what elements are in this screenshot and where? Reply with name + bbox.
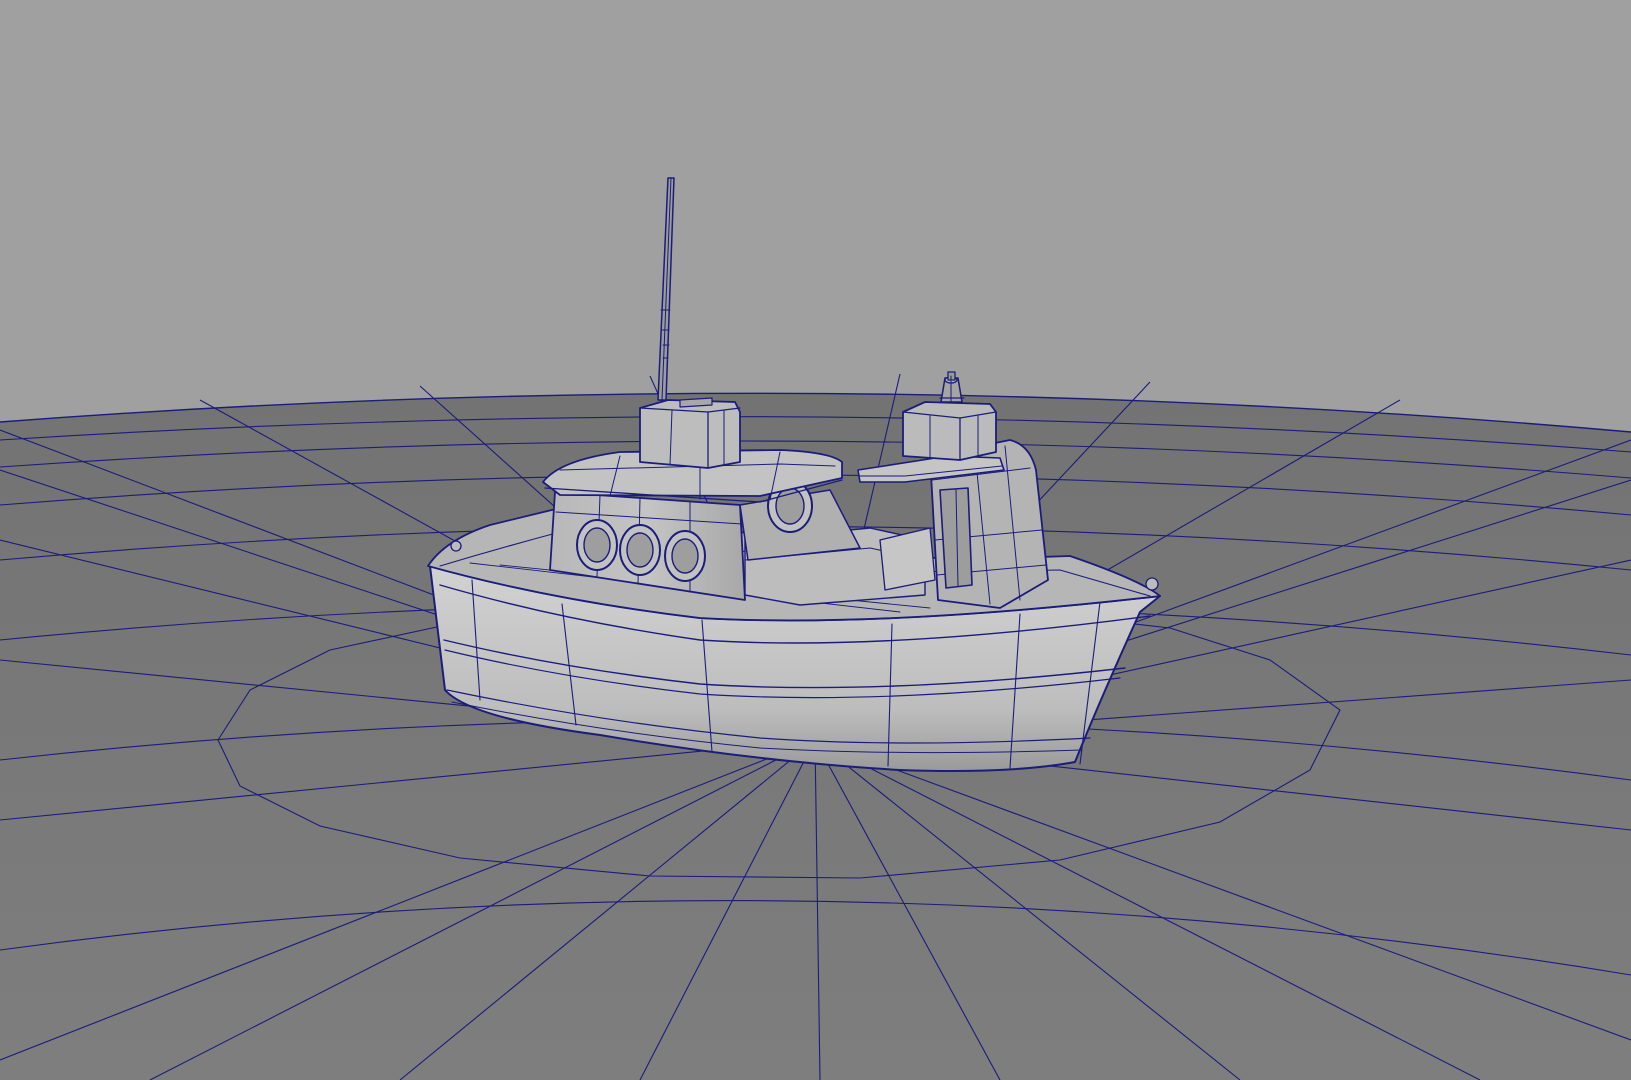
scene-canvas[interactable] — [0, 0, 1631, 1080]
chimney-box[interactable] — [902, 401, 997, 461]
roof-box[interactable] — [639, 397, 741, 469]
3d-viewport[interactable] — [0, 0, 1631, 1080]
